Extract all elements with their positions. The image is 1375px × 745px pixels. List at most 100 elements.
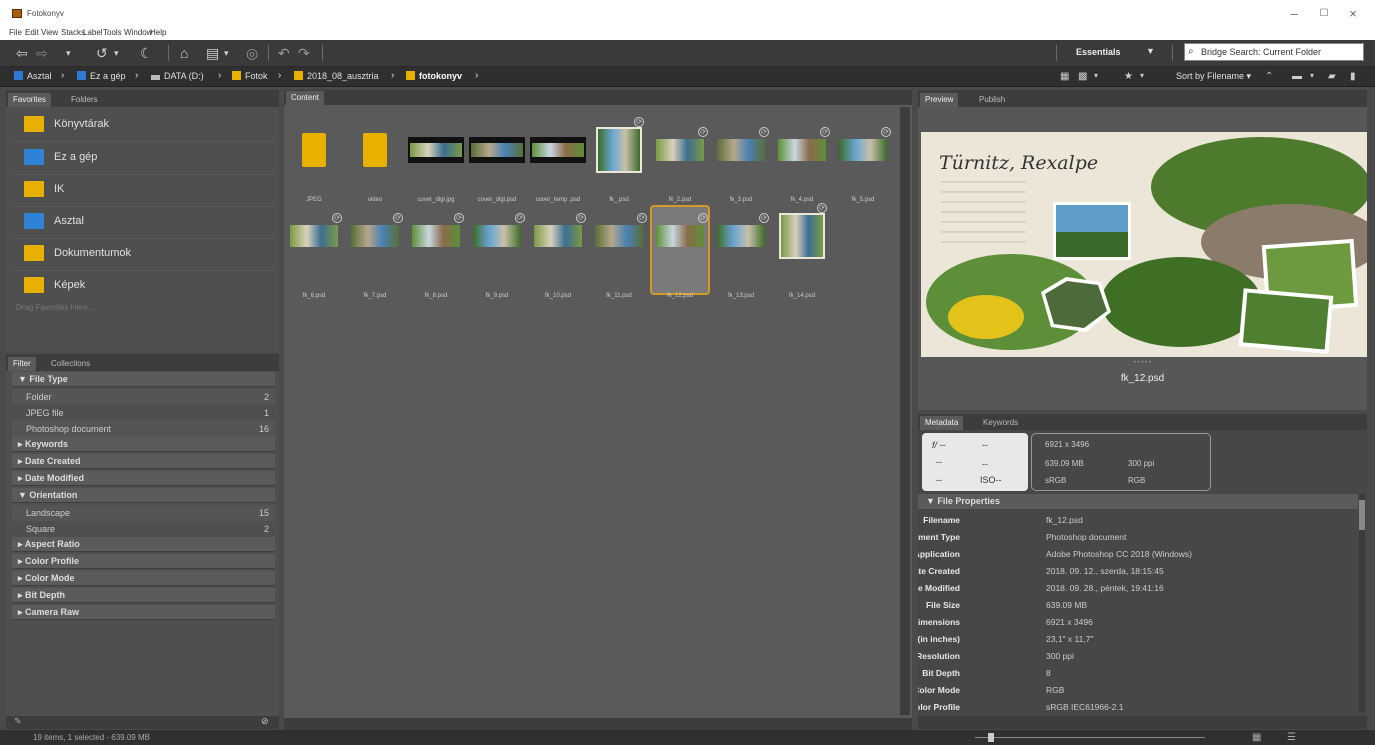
favorite-item[interactable]: Képek: [24, 275, 264, 299]
breadcrumb-item-fotokonyv[interactable]: fotokonyv: [406, 71, 462, 81]
chevron-right-icon[interactable]: ›: [61, 70, 64, 81]
delete-icon[interactable]: ▮: [1350, 71, 1356, 82]
filter-row[interactable]: Square 2: [12, 521, 275, 537]
camera-download-icon[interactable]: ⌂: [180, 44, 188, 62]
open-recent-folder-icon[interactable]: ▬: [1292, 71, 1302, 82]
filter-group-header[interactable]: ▸ Color Profile: [12, 554, 275, 569]
filter-row[interactable]: Folder 2: [12, 389, 275, 405]
stack-badge-icon[interactable]: ⟳: [698, 213, 708, 223]
tab-favorites[interactable]: Favorites: [8, 93, 51, 107]
stack-badge-icon[interactable]: ⟳: [515, 213, 525, 223]
favorite-item[interactable]: Asztal: [24, 211, 264, 235]
stack-badge-icon[interactable]: ⟳: [698, 127, 708, 137]
minimize-button[interactable]: –: [1284, 6, 1304, 21]
rotate-right-icon[interactable]: ↷: [298, 44, 310, 62]
tab-content[interactable]: Content: [286, 91, 325, 105]
menu-item-stacks[interactable]: Stacks: [61, 28, 85, 37]
tab-collections[interactable]: Collections: [46, 357, 95, 371]
filter-row[interactable]: JPEG file 1: [12, 405, 275, 421]
search-input[interactable]: ⌕ Bridge Search: Current Folder: [1184, 43, 1364, 61]
open-in-camera-raw-icon[interactable]: ◎: [246, 44, 258, 62]
stack-badge-icon[interactable]: ⟳: [759, 213, 769, 223]
favorite-item[interactable]: IK: [24, 179, 264, 203]
sort-ascending-icon[interactable]: ⌃: [1265, 71, 1273, 82]
tab-preview[interactable]: Preview: [920, 93, 959, 107]
breadcrumb-item-asztal[interactable]: Asztal: [14, 71, 52, 81]
thumbnail-size-slider[interactable]: [975, 737, 1205, 738]
forward-icon[interactable]: ⇨: [36, 44, 48, 62]
stack-badge-icon[interactable]: ⟳: [634, 117, 644, 127]
breadcrumb-item-ausztria[interactable]: 2018_08_ausztria: [294, 71, 379, 81]
stack-badge-icon[interactable]: ⟳: [332, 213, 342, 223]
tab-folders[interactable]: Folders: [66, 93, 103, 107]
list-view-icon[interactable]: ☰: [1287, 730, 1296, 745]
metadata-scrollbar[interactable]: [1359, 494, 1365, 712]
stack-badge-icon[interactable]: ⟳: [817, 203, 827, 213]
breadcrumb-item-ez-a-gep[interactable]: Ez a gép: [77, 71, 126, 81]
breadcrumb-item-data[interactable]: DATA (D:): [151, 71, 204, 81]
grid-view-icon[interactable]: ▦: [1252, 730, 1261, 745]
filter-group-header[interactable]: ▸ Date Created: [12, 454, 275, 469]
breadcrumb-item-fotok[interactable]: Fotok: [232, 71, 268, 81]
stack-badge-icon[interactable]: ⟳: [393, 213, 403, 223]
menu-item-edit[interactable]: Edit: [25, 28, 39, 37]
tab-metadata[interactable]: Metadata: [920, 416, 964, 430]
stack-badge-icon[interactable]: ⟳: [820, 127, 830, 137]
close-button[interactable]: ×: [1343, 6, 1363, 21]
stack-badge-icon[interactable]: ⟳: [454, 213, 464, 223]
chevron-right-icon[interactable]: ›: [278, 70, 281, 81]
recent-folder-dropdown-icon[interactable]: ▾: [1310, 71, 1314, 80]
slider-thumb[interactable]: [988, 733, 994, 742]
recent-dropdown-icon[interactable]: ▾: [66, 44, 71, 62]
filter-group-header[interactable]: ▸ Date Modified: [12, 471, 275, 486]
tab-publish[interactable]: Publish: [974, 93, 1010, 107]
filter-group-header[interactable]: ▸ Camera Raw: [12, 605, 275, 620]
file-properties-header[interactable]: ▼ File Properties: [918, 494, 1358, 509]
rotate-camera-icon[interactable]: ☾: [140, 44, 153, 62]
clear-filter-icon[interactable]: ⊘: [261, 716, 269, 727]
tab-filter[interactable]: Filter: [8, 357, 36, 371]
back-icon[interactable]: ⇦: [16, 44, 28, 62]
workspace-dropdown-icon[interactable]: ▼: [1146, 46, 1155, 56]
tab-keywords[interactable]: Keywords: [978, 416, 1023, 430]
filter-group-header[interactable]: ▸ Aspect Ratio: [12, 537, 275, 552]
chevron-right-icon[interactable]: ›: [391, 70, 394, 81]
stack-badge-icon[interactable]: ⟳: [576, 213, 586, 223]
filter-group-header[interactable]: ▸ Bit Depth: [12, 588, 275, 603]
refine-dropdown-icon[interactable]: ▾: [224, 44, 229, 62]
new-folder-icon[interactable]: ▰: [1328, 71, 1336, 82]
menu-item-file[interactable]: File: [9, 28, 22, 37]
stack-badge-icon[interactable]: ⟳: [759, 127, 769, 137]
menu-item-view[interactable]: View: [41, 28, 58, 37]
boomerang-icon[interactable]: ↺: [96, 44, 108, 62]
refine-icon[interactable]: ▤: [206, 44, 219, 62]
preview-image[interactable]: Türnitz, Rexalpe: [921, 132, 1367, 357]
stack-badge-icon[interactable]: ⟳: [881, 127, 891, 137]
rotate-left-icon[interactable]: ↶: [278, 44, 290, 62]
filter-dropdown-icon[interactable]: ▾: [1140, 71, 1144, 80]
reveal-dropdown-icon[interactable]: ▾: [114, 44, 119, 62]
menu-item-help[interactable]: Help: [150, 28, 166, 37]
chevron-right-icon[interactable]: ›: [218, 70, 221, 81]
favorite-item[interactable]: Dokumentumok: [24, 243, 264, 267]
menu-item-label[interactable]: Label: [83, 28, 103, 37]
favorite-item[interactable]: Könyvtárak: [24, 114, 264, 138]
content-scrollbar[interactable]: [900, 107, 910, 715]
filter-row[interactable]: Photoshop document 16: [12, 421, 275, 437]
filter-row[interactable]: Landscape 15: [12, 505, 275, 521]
menu-item-tools[interactable]: Tools: [103, 28, 122, 37]
pin-icon[interactable]: ✎: [14, 716, 22, 727]
filter-group-header[interactable]: ▸ Color Mode: [12, 571, 275, 586]
thumbnail-quality-icon[interactable]: ▦: [1060, 71, 1069, 82]
maximize-button[interactable]: ☐: [1314, 8, 1334, 19]
workspace-essentials[interactable]: Essentials: [1076, 47, 1121, 57]
filter-group-header[interactable]: ▸ Keywords: [12, 437, 275, 452]
sort-dropdown[interactable]: Sort by Filename ▾: [1176, 71, 1251, 82]
filter-group-header[interactable]: ▼ Orientation: [12, 488, 275, 503]
chevron-right-icon[interactable]: ›: [475, 70, 478, 81]
filter-group-header[interactable]: ▼ File Type: [12, 372, 275, 387]
output-icon[interactable]: ▩: [1078, 71, 1087, 82]
output-dropdown-icon[interactable]: ▾: [1094, 71, 1098, 80]
star-filter-icon[interactable]: ★: [1124, 71, 1133, 82]
stack-badge-icon[interactable]: ⟳: [637, 213, 647, 223]
